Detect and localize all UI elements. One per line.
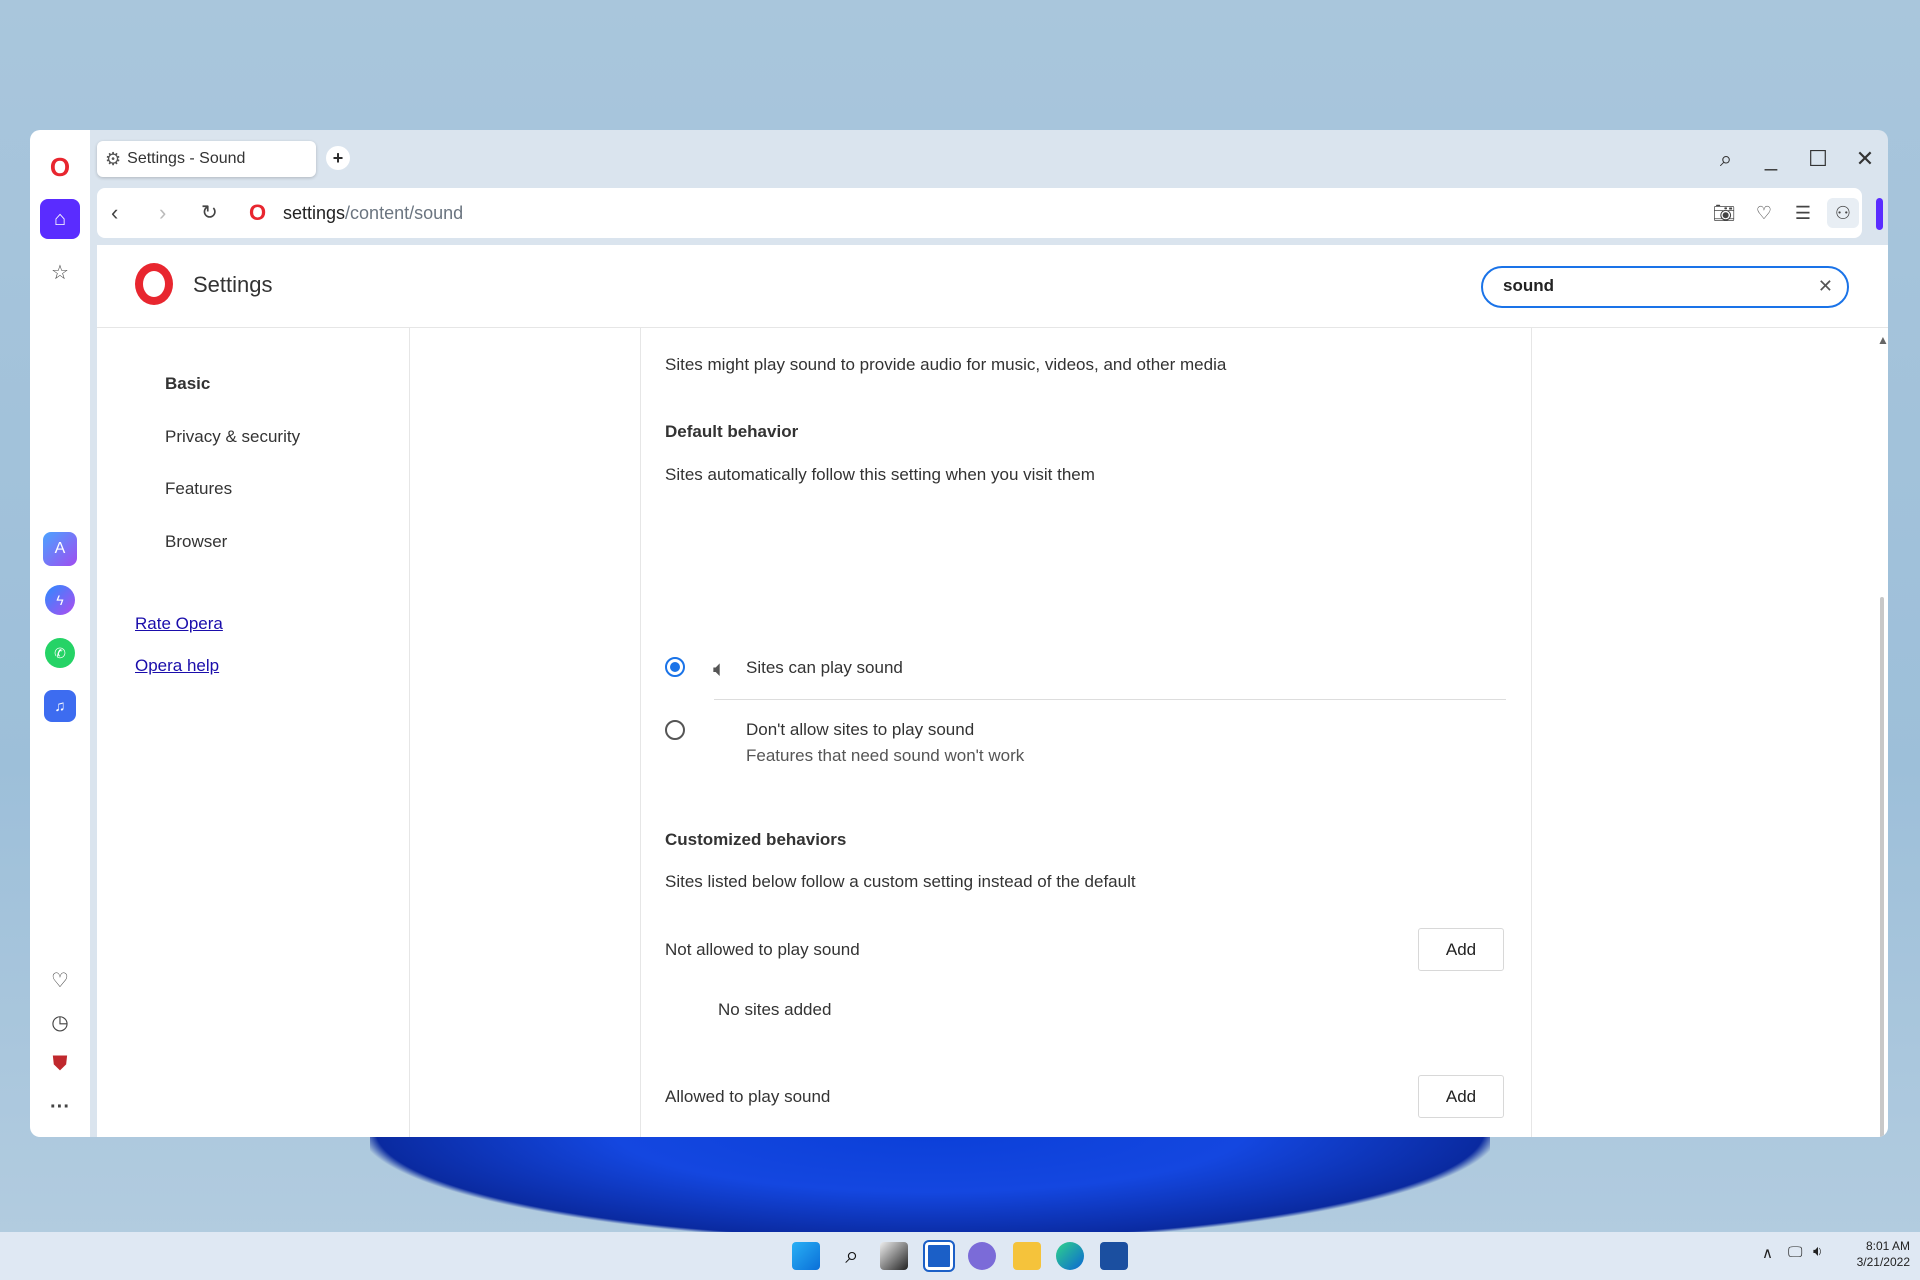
- option-allow-label[interactable]: Sites can play sound: [746, 658, 903, 678]
- search-icon[interactable]: ⌕: [838, 1242, 866, 1270]
- add-allowed-button[interactable]: Add: [1418, 1075, 1504, 1118]
- wallpaper-bloom: [370, 1130, 1490, 1240]
- minimize-button[interactable]: _: [1754, 142, 1788, 176]
- clock[interactable]: 8:01 AM 3/21/2022: [1840, 1238, 1910, 1270]
- easy-setup-icon[interactable]: ☰: [1787, 198, 1819, 228]
- new-tab-button[interactable]: +: [326, 146, 350, 170]
- heart-icon[interactable]: ♡: [1748, 198, 1780, 228]
- page-title: Settings: [193, 272, 273, 297]
- customized-desc: Sites listed below follow a custom setti…: [665, 872, 1136, 891]
- store-icon[interactable]: [1100, 1242, 1128, 1270]
- not-allowed-label: Not allowed to play sound: [665, 940, 860, 959]
- home-icon[interactable]: ⌂: [40, 199, 80, 239]
- address-bar: ‹ › ↻ O settings/content/sound 📷︎ ♡ ☰ ⚇: [97, 188, 1862, 238]
- heart-icon[interactable]: ♡: [40, 960, 80, 1000]
- rate-opera-link[interactable]: Rate Opera: [135, 614, 223, 634]
- speaker-icon: 🔈︎: [713, 656, 727, 681]
- search-tabs-icon[interactable]: ⌕: [1709, 142, 1743, 176]
- intro-text: Sites might play sound to provide audio …: [665, 355, 1227, 374]
- search-input[interactable]: [1503, 276, 1803, 296]
- clear-search-icon[interactable]: ✕: [1818, 276, 1833, 297]
- nav-features[interactable]: Features: [165, 479, 232, 499]
- opera-help-link[interactable]: Opera help: [135, 656, 219, 676]
- network-icon[interactable]: 🖵︎: [1788, 1244, 1802, 1261]
- messenger-icon[interactable]: ϟ: [45, 585, 75, 615]
- radio-allow-sound[interactable]: [665, 657, 685, 677]
- taskbar: ⌕ ∧ 🖵︎ 🔉︎ 8:01 AM 3/21/2022: [0, 1232, 1920, 1280]
- settings-search[interactable]: ✕: [1481, 266, 1849, 308]
- not-allowed-empty: No sites added: [718, 1000, 832, 1019]
- allowed-label: Allowed to play sound: [665, 1087, 831, 1106]
- default-behavior-desc: Sites automatically follow this setting …: [665, 465, 1095, 484]
- nav-privacy-security[interactable]: Privacy & security: [165, 427, 300, 447]
- browser-window: O ⌂ ☆ A ϟ ✆ ♫ ♡ ◷ ⛊ ··· ⚙ Settings - Sou…: [30, 130, 1888, 1137]
- divider: [714, 699, 1506, 700]
- whatsapp-icon[interactable]: ✆: [45, 638, 75, 668]
- opera-logo: [135, 263, 173, 305]
- start-icon[interactable]: [792, 1242, 820, 1270]
- back-button[interactable]: ‹: [111, 200, 118, 226]
- tab-title: Settings - Sound: [127, 150, 246, 167]
- gear-icon: ⚙: [105, 148, 122, 169]
- widgets-icon[interactable]: [923, 1240, 955, 1272]
- edge-icon[interactable]: [1056, 1242, 1084, 1270]
- chat-icon[interactable]: [968, 1242, 996, 1270]
- clock-time: 8:01 AM: [1865, 1239, 1910, 1253]
- default-behavior-heading: Default behavior: [665, 422, 799, 441]
- customized-heading: Customized behaviors: [665, 830, 847, 849]
- settings-page: Settings ✕ Basic Privacy & security Feat…: [97, 245, 1888, 1137]
- shield-icon[interactable]: ⛊: [40, 1044, 80, 1084]
- player-icon[interactable]: ♫: [44, 690, 76, 722]
- settings-header: Settings ✕: [97, 245, 1888, 328]
- settings-nav: Basic Privacy & security Features Browse…: [97, 328, 410, 1137]
- forward-button[interactable]: ›: [159, 200, 166, 226]
- snapshot-icon[interactable]: 📷︎: [1708, 198, 1740, 228]
- file-explorer-icon[interactable]: [1013, 1242, 1041, 1270]
- sidebar-toggle[interactable]: [1876, 198, 1883, 230]
- opera-logo-icon[interactable]: O: [40, 147, 80, 187]
- profile-icon[interactable]: ⚇: [1827, 198, 1859, 228]
- url-field[interactable]: settings/content/sound: [283, 203, 463, 224]
- task-view-icon[interactable]: [880, 1242, 908, 1270]
- option-block-label[interactable]: Don't allow sites to play sound: [746, 720, 974, 740]
- add-not-allowed-button[interactable]: Add: [1418, 928, 1504, 971]
- scrollbar-thumb[interactable]: [1880, 597, 1884, 1137]
- volume-icon[interactable]: 🔉︎: [1813, 1243, 1822, 1260]
- opera-site-icon: O: [249, 200, 267, 225]
- sound-settings-panel: Sites might play sound to provide audio …: [640, 328, 1532, 1137]
- nav-basic[interactable]: Basic: [165, 374, 210, 394]
- more-icon[interactable]: ···: [40, 1087, 80, 1127]
- scroll-up-icon[interactable]: ▲: [1877, 333, 1888, 347]
- clock-date: 3/21/2022: [1856, 1255, 1910, 1269]
- history-icon[interactable]: ◷: [40, 1002, 80, 1042]
- star-icon[interactable]: ☆: [40, 252, 80, 292]
- maximize-button[interactable]: ☐: [1801, 142, 1835, 176]
- close-button[interactable]: ✕: [1848, 142, 1882, 176]
- option-block-sublabel: Features that need sound won't work: [746, 746, 1025, 765]
- nav-browser[interactable]: Browser: [165, 532, 227, 552]
- reload-button[interactable]: ↻: [201, 200, 218, 225]
- aria-icon[interactable]: A: [43, 532, 77, 566]
- tab-settings-sound[interactable]: ⚙ Settings - Sound: [97, 141, 316, 177]
- opera-sidebar: O ⌂ ☆ A ϟ ✆ ♫ ♡ ◷ ⛊ ···: [30, 130, 90, 1137]
- radio-block-sound[interactable]: [665, 720, 685, 740]
- tray-chevron-icon[interactable]: ∧: [1762, 1244, 1773, 1262]
